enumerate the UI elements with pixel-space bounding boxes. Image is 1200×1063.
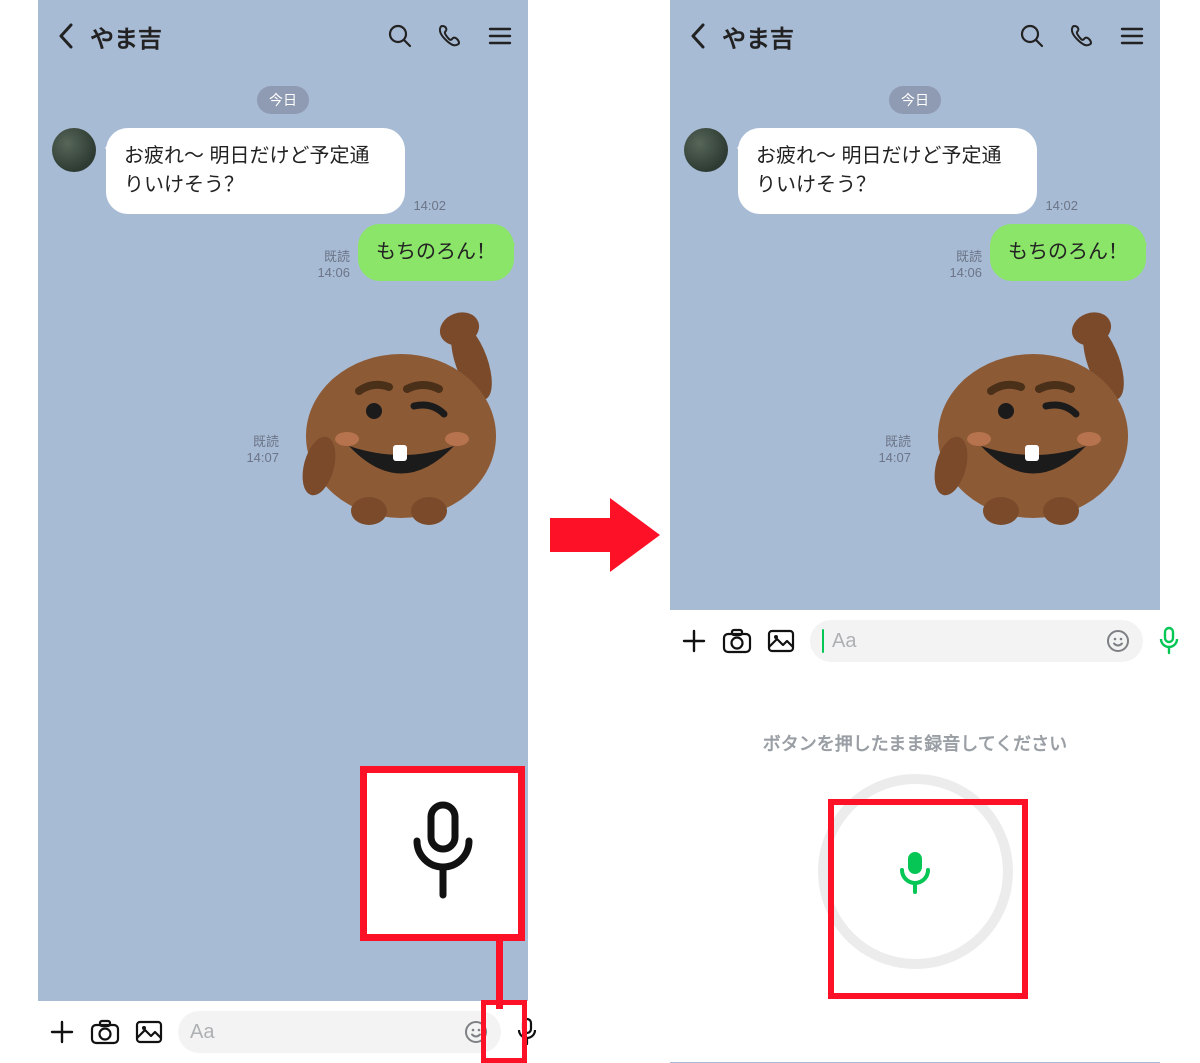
callout-microphone (360, 766, 525, 941)
voice-panel-instruction: ボタンを押したまま録音してください (763, 730, 1067, 756)
gallery-icon[interactable] (134, 1015, 164, 1049)
callout-connector (496, 941, 503, 1009)
sticker-row: 既読14:07 (684, 311, 1146, 536)
header-actions (1018, 22, 1146, 50)
camera-icon[interactable] (90, 1015, 120, 1049)
sticker-image[interactable] (289, 311, 514, 536)
camera-icon[interactable] (722, 624, 752, 658)
emoji-icon[interactable] (463, 1019, 489, 1045)
microphone-icon (895, 848, 935, 896)
hamburger-menu-icon[interactable] (1118, 22, 1146, 50)
sticker-row: 既読14:07 (52, 311, 514, 536)
incoming-bubble: お疲れ〜 明日だけど予定通りいけそう？ (738, 128, 1037, 214)
gallery-icon[interactable] (766, 624, 796, 658)
message-meta: 既読 14:06 (317, 249, 350, 282)
back-button[interactable] (684, 22, 712, 50)
message-input[interactable] (832, 630, 1097, 653)
incoming-message-row: お疲れ〜 明日だけど予定通りいけそう？ 14:02 (684, 128, 1146, 214)
back-button[interactable] (52, 22, 80, 50)
outgoing-bubble: もちのろん！ (358, 224, 514, 281)
message-input[interactable] (190, 1021, 455, 1044)
record-button[interactable] (828, 784, 1003, 959)
emoji-icon[interactable] (1105, 628, 1131, 654)
avatar[interactable] (52, 128, 96, 172)
outgoing-bubble: もちのろん！ (990, 224, 1146, 281)
incoming-message-row: お疲れ〜 明日だけど予定通りいけそう？ 14:02 (52, 128, 514, 214)
message-time: 14:02 (413, 198, 446, 214)
input-bar (38, 1001, 528, 1063)
chat-title: やま吉 (722, 19, 1008, 54)
message-meta: 既読 14:06 (949, 249, 982, 282)
chat-header: やま吉 (670, 0, 1160, 72)
outgoing-message-row: 既読 14:06 もちのろん！ (52, 224, 514, 281)
voice-record-panel: ボタンを押したまま録音してください (670, 672, 1160, 1062)
chat-title: やま吉 (90, 19, 376, 54)
attach-icon[interactable] (680, 624, 708, 658)
header-actions (386, 22, 514, 50)
outgoing-message-row: 既読 14:06 もちのろん！ (684, 224, 1146, 281)
hamburger-menu-icon[interactable] (486, 22, 514, 50)
transition-arrow-icon (550, 498, 660, 572)
search-icon[interactable] (1018, 22, 1046, 50)
call-icon[interactable] (436, 22, 464, 50)
sticker-meta: 既読14:07 (246, 434, 279, 537)
microphone-icon[interactable] (1157, 624, 1181, 658)
search-icon[interactable] (386, 22, 414, 50)
phone-screen-after: やま吉 今日 お疲れ〜 明日だけど予定通りいけそう？ 14:02 既読 14:0… (670, 0, 1160, 1063)
attach-icon[interactable] (48, 1015, 76, 1049)
microphone-icon (403, 799, 483, 909)
call-icon[interactable] (1068, 22, 1096, 50)
date-separator: 今日 (257, 86, 309, 114)
chat-header: やま吉 (38, 0, 528, 72)
microphone-icon[interactable] (515, 1015, 539, 1049)
chat-area[interactable]: 今日 お疲れ〜 明日だけど予定通りいけそう？ 14:02 既読 14:06 もち… (670, 72, 1160, 610)
message-input-field[interactable] (810, 620, 1143, 662)
sticker-meta: 既読14:07 (878, 434, 911, 537)
text-cursor (822, 629, 824, 653)
date-separator: 今日 (889, 86, 941, 114)
input-bar (670, 610, 1160, 672)
message-input-field[interactable] (178, 1011, 501, 1053)
incoming-bubble: お疲れ〜 明日だけど予定通りいけそう？ (106, 128, 405, 214)
sticker-image[interactable] (921, 311, 1146, 536)
message-time: 14:02 (1045, 198, 1078, 214)
avatar[interactable] (684, 128, 728, 172)
